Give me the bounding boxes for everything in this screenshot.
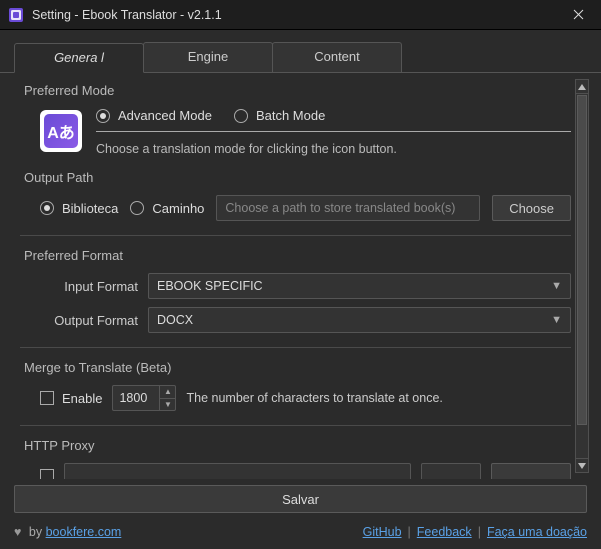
by-prefix: by xyxy=(29,525,46,539)
input-format-select[interactable]: EBOOK SPECIFIC ▼ xyxy=(148,273,571,299)
radio-label: Batch Mode xyxy=(256,108,325,123)
radio-dot-icon xyxy=(234,109,248,123)
footer-links: GitHub | Feedback | Faça uma doação xyxy=(363,525,587,539)
proxy-port-input[interactable] xyxy=(421,463,481,479)
radio-label: Caminho xyxy=(152,201,204,216)
button-label: Salvar xyxy=(282,492,319,507)
divider xyxy=(20,235,571,236)
section-title: Preferred Mode xyxy=(20,83,571,98)
spinner-down[interactable]: ▼ xyxy=(160,399,175,411)
divider-text: | xyxy=(408,525,411,539)
proxy-host-input[interactable] xyxy=(64,463,411,479)
section-title: Output Path xyxy=(20,170,571,185)
feedback-link[interactable]: Feedback xyxy=(417,525,472,539)
tab-label: Genera l xyxy=(54,50,104,65)
section-title: Preferred Format xyxy=(20,248,571,263)
window-title: Setting - Ebook Translator - v2.1.1 xyxy=(32,8,555,22)
proxy-test-button[interactable] xyxy=(491,463,571,479)
heart-icon: ♥ xyxy=(14,525,21,539)
mode-icon: Aあ xyxy=(40,110,82,152)
scroll-thumb[interactable] xyxy=(577,95,587,425)
author-link[interactable]: bookfere.com xyxy=(46,525,122,539)
tab-content[interactable]: Content xyxy=(272,42,402,72)
section-proxy: HTTP Proxy xyxy=(20,438,571,479)
section-title: HTTP Proxy xyxy=(20,438,571,453)
tab-bar: Genera l Engine Content xyxy=(0,30,601,73)
merge-chars-spinner[interactable]: 1800 ▲ ▼ xyxy=(112,385,176,411)
output-path-input[interactable]: Choose a path to store translated book(s… xyxy=(216,195,480,221)
tab-label: Content xyxy=(314,49,360,64)
tab-engine[interactable]: Engine xyxy=(143,42,273,72)
radio-label: Biblioteca xyxy=(62,201,118,216)
settings-scroll: Preferred Mode Aあ Advanced Mode xyxy=(14,73,575,479)
translate-icon: Aあ xyxy=(44,114,78,148)
merge-hint: The number of characters to translate at… xyxy=(186,391,442,405)
tab-general[interactable]: Genera l xyxy=(14,43,144,73)
divider xyxy=(20,425,571,426)
section-preferred-format: Preferred Format Input Format EBOOK SPEC… xyxy=(20,248,571,333)
input-format-label: Input Format xyxy=(40,279,138,294)
radio-library[interactable]: Biblioteca xyxy=(40,201,118,216)
tab-label: Engine xyxy=(188,49,228,64)
radio-batch-mode[interactable]: Batch Mode xyxy=(234,108,325,123)
section-output-path: Output Path Biblioteca Caminho Choose a … xyxy=(20,170,571,221)
select-value: DOCX xyxy=(157,313,193,327)
spinner-up[interactable]: ▲ xyxy=(160,386,175,399)
footer: ♥ by bookfere.com GitHub | Feedback | Fa… xyxy=(0,519,601,549)
scroll-down-button[interactable] xyxy=(576,458,588,472)
spinner-arrows: ▲ ▼ xyxy=(159,386,175,410)
save-row: Salvar xyxy=(0,479,601,519)
output-format-select[interactable]: DOCX ▼ xyxy=(148,307,571,333)
save-button[interactable]: Salvar xyxy=(14,485,587,513)
radio-advanced-mode[interactable]: Advanced Mode xyxy=(96,108,212,123)
app-icon xyxy=(8,7,24,23)
placeholder-text: Choose a path to store translated book(s… xyxy=(225,201,455,215)
scroll-up-button[interactable] xyxy=(576,80,588,94)
footer-credit: ♥ by bookfere.com xyxy=(14,525,121,539)
radio-dot-icon xyxy=(40,201,54,215)
checkbox-box-icon xyxy=(40,391,54,405)
select-value: EBOOK SPECIFIC xyxy=(157,279,263,293)
enable-proxy-checkbox[interactable] xyxy=(40,469,54,479)
section-preferred-mode: Preferred Mode Aあ Advanced Mode xyxy=(20,83,571,156)
mode-description: Choose a translation mode for clicking t… xyxy=(96,142,571,156)
titlebar: Setting - Ebook Translator - v2.1.1 xyxy=(0,0,601,30)
section-merge: Merge to Translate (Beta) Enable 1800 ▲ … xyxy=(20,360,571,411)
window-body: Genera l Engine Content Preferred Mode A… xyxy=(0,30,601,549)
github-link[interactable]: GitHub xyxy=(363,525,402,539)
radio-dot-icon xyxy=(130,201,144,215)
close-button[interactable] xyxy=(555,0,601,30)
vertical-scrollbar[interactable] xyxy=(575,79,589,473)
section-title: Merge to Translate (Beta) xyxy=(20,360,571,375)
button-label: Choose xyxy=(509,201,554,216)
radio-dot-icon xyxy=(96,109,110,123)
donate-link[interactable]: Faça uma doação xyxy=(487,525,587,539)
chevron-down-icon: ▼ xyxy=(551,280,562,292)
checkbox-box-icon xyxy=(40,469,54,479)
radio-path[interactable]: Caminho xyxy=(130,201,204,216)
enable-merge-checkbox[interactable]: Enable xyxy=(40,391,102,406)
chevron-down-icon: ▼ xyxy=(551,314,562,326)
divider-text: | xyxy=(478,525,481,539)
choose-button[interactable]: Choose xyxy=(492,195,571,221)
divider xyxy=(20,347,571,348)
spinner-value: 1800 xyxy=(113,386,159,410)
settings-panel: Preferred Mode Aあ Advanced Mode xyxy=(14,73,589,479)
output-format-label: Output Format xyxy=(40,313,138,328)
radio-label: Advanced Mode xyxy=(118,108,212,123)
checkbox-label: Enable xyxy=(62,391,102,406)
